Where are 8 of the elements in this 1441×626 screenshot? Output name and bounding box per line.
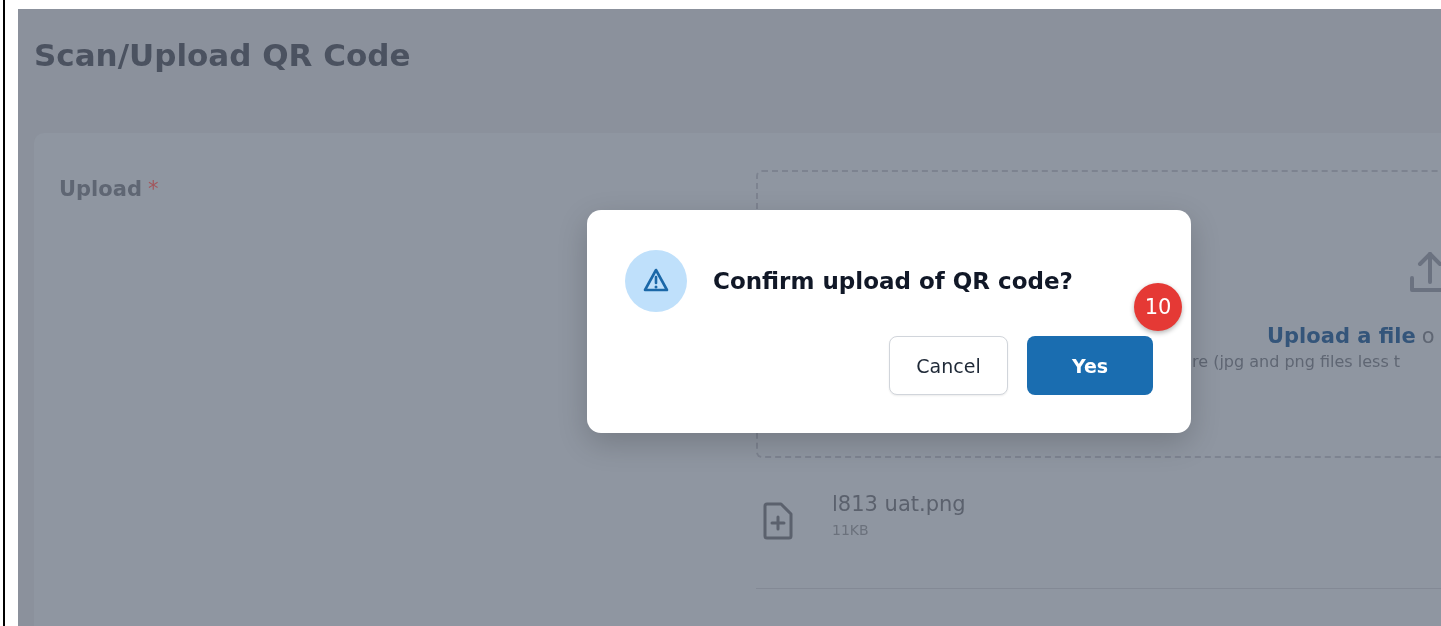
warning-icon <box>625 250 687 312</box>
confirm-button[interactable]: Yes <box>1027 336 1153 395</box>
page-title: Scan/Upload QR Code <box>34 36 411 75</box>
dialog-message: Confirm upload of QR code? <box>713 268 1073 294</box>
cancel-button[interactable]: Cancel <box>889 336 1008 395</box>
step-badge: 10 <box>1134 283 1182 331</box>
required-mark: * <box>147 177 159 201</box>
file-plus-icon <box>762 502 794 540</box>
